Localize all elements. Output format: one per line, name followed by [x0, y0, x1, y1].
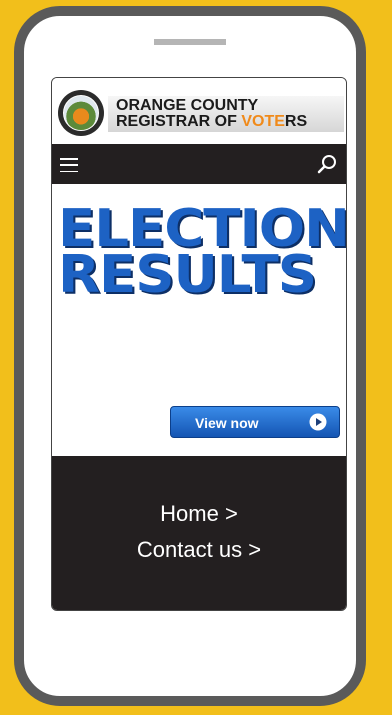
hero-title: ELECTION RESULTS — [58, 203, 346, 305]
footer-link-contact[interactable]: Contact us > — [52, 532, 346, 568]
brand-line-1: ORANGE COUNTY — [116, 97, 259, 114]
brand-line-2-prefix: REGISTRAR OF — [116, 113, 242, 130]
seal-emblem — [63, 95, 99, 131]
footer-nav: Home > Contact us > — [52, 456, 346, 610]
phone-screen: ORANGE COUNTY REGISTRAR OF VOTERS ELECTI… — [51, 77, 347, 611]
search-icon[interactable] — [316, 153, 338, 175]
hero-title-line-2: RESULTS — [58, 245, 317, 305]
view-now-label: View now — [195, 415, 259, 431]
play-circle-icon — [309, 413, 327, 431]
brand-line-2: REGISTRAR OF VOTERS — [116, 114, 307, 130]
hamburger-icon[interactable] — [60, 158, 78, 172]
brand-line-2-suffix: RS — [284, 113, 308, 130]
nav-bar — [52, 144, 346, 184]
county-seal-logo[interactable] — [58, 90, 104, 136]
hero-banner: ELECTION RESULTS View now — [52, 184, 346, 456]
brand-line-2-accent: VOTE — [241, 113, 285, 130]
footer-link-home[interactable]: Home > — [52, 496, 346, 532]
site-header: ORANGE COUNTY REGISTRAR OF VOTERS — [52, 78, 346, 144]
phone-speaker — [154, 39, 226, 45]
view-now-button[interactable]: View now — [170, 406, 340, 438]
site-brand[interactable]: ORANGE COUNTY REGISTRAR OF VOTERS — [108, 96, 344, 132]
